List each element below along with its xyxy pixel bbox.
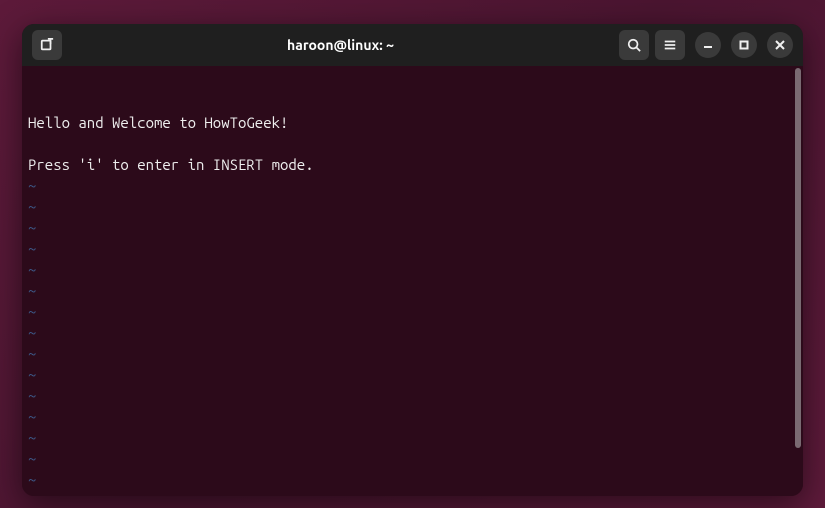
maximize-icon [739, 40, 749, 50]
terminal-window: haroon@linux: ~ [22, 24, 803, 496]
hamburger-icon [663, 38, 677, 52]
editor-line: Press 'i' to enter in INSERT mode. [28, 154, 787, 175]
maximize-button[interactable] [731, 32, 757, 58]
editor-lines: Hello and Welcome to HowToGeek! Press 'i… [28, 112, 787, 496]
vim-tilde-line: ~ [28, 406, 787, 427]
close-button[interactable] [767, 32, 793, 58]
vim-tilde-line: ~ [28, 238, 787, 259]
menu-button[interactable] [655, 30, 685, 60]
terminal-body[interactable]: Hello and Welcome to HowToGeek! Press 'i… [22, 66, 803, 496]
vim-tilde-line: ~ [28, 280, 787, 301]
scrollbar[interactable] [793, 66, 803, 496]
vim-tilde-line: ~ [28, 259, 787, 280]
terminal-content[interactable]: Hello and Welcome to HowToGeek! Press 'i… [22, 66, 793, 496]
vim-tilde-line: ~ [28, 175, 787, 196]
titlebar: haroon@linux: ~ [22, 24, 803, 66]
vim-tilde-line: ~ [28, 217, 787, 238]
vim-tilde-line: ~ [28, 301, 787, 322]
vim-tilde-line: ~ [28, 469, 787, 490]
vim-tilde-line: ~ [28, 448, 787, 469]
vim-tilde-line: ~ [28, 490, 787, 496]
minimize-button[interactable] [695, 32, 721, 58]
vim-tilde-line: ~ [28, 343, 787, 364]
vim-tilde-line: ~ [28, 427, 787, 448]
close-icon [775, 40, 785, 50]
vim-tilde-line: ~ [28, 322, 787, 343]
vim-tilde-line: ~ [28, 196, 787, 217]
window-title: haroon@linux: ~ [68, 37, 613, 53]
titlebar-left [32, 30, 62, 60]
editor-line [28, 133, 787, 154]
new-tab-button[interactable] [32, 30, 62, 60]
new-tab-icon [40, 38, 54, 52]
search-button[interactable] [619, 30, 649, 60]
search-icon [627, 38, 641, 52]
scrollbar-thumb[interactable] [795, 68, 801, 448]
vim-tilde-line: ~ [28, 385, 787, 406]
minimize-icon [703, 40, 713, 50]
vim-tilde-line: ~ [28, 364, 787, 385]
editor-line: Hello and Welcome to HowToGeek! [28, 112, 787, 133]
titlebar-right [619, 30, 793, 60]
